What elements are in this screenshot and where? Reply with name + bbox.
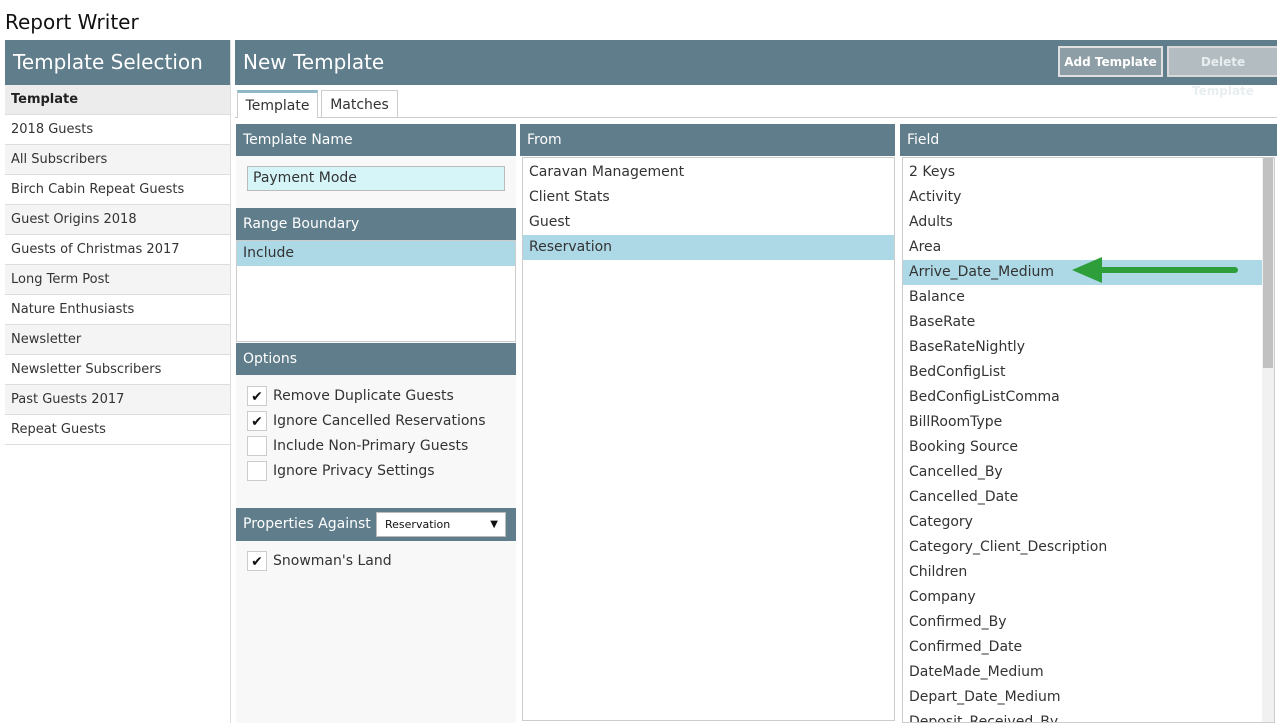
template-list-header: Template bbox=[5, 85, 230, 115]
field-label: Field bbox=[900, 124, 1277, 156]
add-template-button[interactable]: Add Template bbox=[1058, 46, 1163, 77]
properties-against-label: Properties Against bbox=[243, 516, 371, 532]
dropdown-arrow-icon: ▼ bbox=[490, 519, 498, 530]
properties-select-value: Reservation bbox=[385, 518, 451, 531]
template-name-input[interactable]: Payment Mode bbox=[247, 166, 505, 191]
from-item[interactable]: Guest bbox=[523, 210, 894, 235]
from-item-selected[interactable]: Reservation bbox=[523, 235, 894, 260]
green-arrow-icon bbox=[1072, 257, 1238, 283]
from-item[interactable]: Client Stats bbox=[523, 185, 894, 210]
template-item[interactable]: Repeat Guests bbox=[5, 415, 230, 445]
option-ignore-privacy-settings[interactable]: Ignore Privacy Settings bbox=[247, 460, 435, 482]
template-item[interactable]: 2018 Guests bbox=[5, 115, 230, 145]
from-item[interactable]: Caravan Management bbox=[523, 160, 894, 185]
field-item[interactable]: Category bbox=[903, 510, 1274, 535]
field-item[interactable]: Adults bbox=[903, 210, 1274, 235]
field-item[interactable]: Company bbox=[903, 585, 1274, 610]
tab-matches[interactable]: Matches bbox=[321, 90, 398, 118]
option-label: Include Non-Primary Guests bbox=[273, 438, 469, 454]
field-list: 2 Keys Activity Adults Area Arrive_Date_… bbox=[902, 157, 1275, 723]
range-boundary-label: Range Boundary bbox=[236, 208, 516, 240]
app-title: Report Writer bbox=[5, 10, 139, 34]
field-item[interactable]: Confirmed_By bbox=[903, 610, 1274, 635]
checkbox-checked-icon[interactable]: ✔ bbox=[247, 551, 267, 571]
field-list-scrollbar[interactable] bbox=[1262, 158, 1274, 722]
property-label: Snowman's Land bbox=[273, 553, 392, 569]
field-item[interactable]: 2 Keys bbox=[903, 160, 1274, 185]
field-item[interactable]: Booking Source bbox=[903, 435, 1274, 460]
option-label: Ignore Privacy Settings bbox=[273, 463, 435, 479]
option-label: Ignore Cancelled Reservations bbox=[273, 413, 486, 429]
field-item[interactable]: Depart_Date_Medium bbox=[903, 685, 1274, 710]
range-boundary-option[interactable]: Include bbox=[237, 241, 515, 266]
from-column: From Caravan Management Client Stats Gue… bbox=[520, 124, 895, 723]
delete-template-button[interactable]: Delete Template bbox=[1167, 46, 1277, 98]
field-item[interactable]: Deposit_Received_By bbox=[903, 710, 1274, 722]
template-item[interactable]: Past Guests 2017 bbox=[5, 385, 230, 415]
template-selection-panel: Template Selection Template 2018 Guests … bbox=[5, 40, 231, 723]
main-header: New Template Add Template Delete Templat… bbox=[235, 40, 1277, 98]
checkbox-checked-icon[interactable]: ✔ bbox=[247, 386, 267, 406]
option-include-non-primary-guests[interactable]: Include Non-Primary Guests bbox=[247, 435, 468, 457]
options-label: Options bbox=[236, 343, 516, 375]
template-item[interactable]: Long Term Post bbox=[5, 265, 230, 295]
template-item[interactable]: Guests of Christmas 2017 bbox=[5, 235, 230, 265]
field-item[interactable]: Activity bbox=[903, 185, 1274, 210]
checkbox-unchecked-icon[interactable] bbox=[247, 461, 267, 481]
option-ignore-cancelled-reservations[interactable]: ✔ Ignore Cancelled Reservations bbox=[247, 410, 486, 432]
field-item[interactable]: BillRoomType bbox=[903, 410, 1274, 435]
from-label: From bbox=[520, 124, 895, 156]
properties-against-header: Properties Against Reservation ▼ bbox=[236, 508, 516, 541]
checkbox-unchecked-icon[interactable] bbox=[247, 436, 267, 456]
field-item[interactable]: Cancelled_By bbox=[903, 460, 1274, 485]
option-remove-duplicate-guests[interactable]: ✔ Remove Duplicate Guests bbox=[247, 385, 454, 407]
checkbox-checked-icon[interactable]: ✔ bbox=[247, 411, 267, 431]
template-item[interactable]: Birch Cabin Repeat Guests bbox=[5, 175, 230, 205]
properties-against-select[interactable]: Reservation ▼ bbox=[376, 512, 506, 537]
template-item[interactable]: Newsletter Subscribers bbox=[5, 355, 230, 385]
template-item[interactable]: All Subscribers bbox=[5, 145, 230, 175]
field-item[interactable]: Cancelled_Date bbox=[903, 485, 1274, 510]
tab-template[interactable]: Template bbox=[237, 90, 318, 118]
field-item[interactable]: BaseRate bbox=[903, 310, 1274, 335]
field-item[interactable]: BaseRateNightly bbox=[903, 335, 1274, 360]
field-item[interactable]: BedConfigList bbox=[903, 360, 1274, 385]
property-snowmans-land[interactable]: ✔ Snowman's Land bbox=[247, 550, 392, 572]
scrollbar-thumb[interactable] bbox=[1263, 158, 1273, 368]
field-item[interactable]: Children bbox=[903, 560, 1274, 585]
field-item[interactable]: DateMade_Medium bbox=[903, 660, 1274, 685]
field-column: Field 2 Keys Activity Adults Area Arrive… bbox=[900, 124, 1277, 723]
range-boundary-list: Include bbox=[236, 240, 516, 342]
template-item[interactable]: Nature Enthusiasts bbox=[5, 295, 230, 325]
field-item[interactable]: Category_Client_Description bbox=[903, 535, 1274, 560]
field-item[interactable]: Confirmed_Date bbox=[903, 635, 1274, 660]
template-list: Template 2018 Guests All Subscribers Bir… bbox=[5, 85, 230, 445]
template-settings-column: Template Name Payment Mode Range Boundar… bbox=[236, 124, 516, 723]
template-name-label: Template Name bbox=[236, 124, 516, 156]
template-item[interactable]: Guest Origins 2018 bbox=[5, 205, 230, 235]
option-label: Remove Duplicate Guests bbox=[273, 388, 454, 404]
page-title: New Template bbox=[243, 50, 385, 74]
template-selection-title: Template Selection bbox=[5, 40, 230, 85]
from-list: Caravan Management Client Stats Guest Re… bbox=[522, 157, 895, 721]
field-item[interactable]: BedConfigListComma bbox=[903, 385, 1274, 410]
template-item[interactable]: Newsletter bbox=[5, 325, 230, 355]
